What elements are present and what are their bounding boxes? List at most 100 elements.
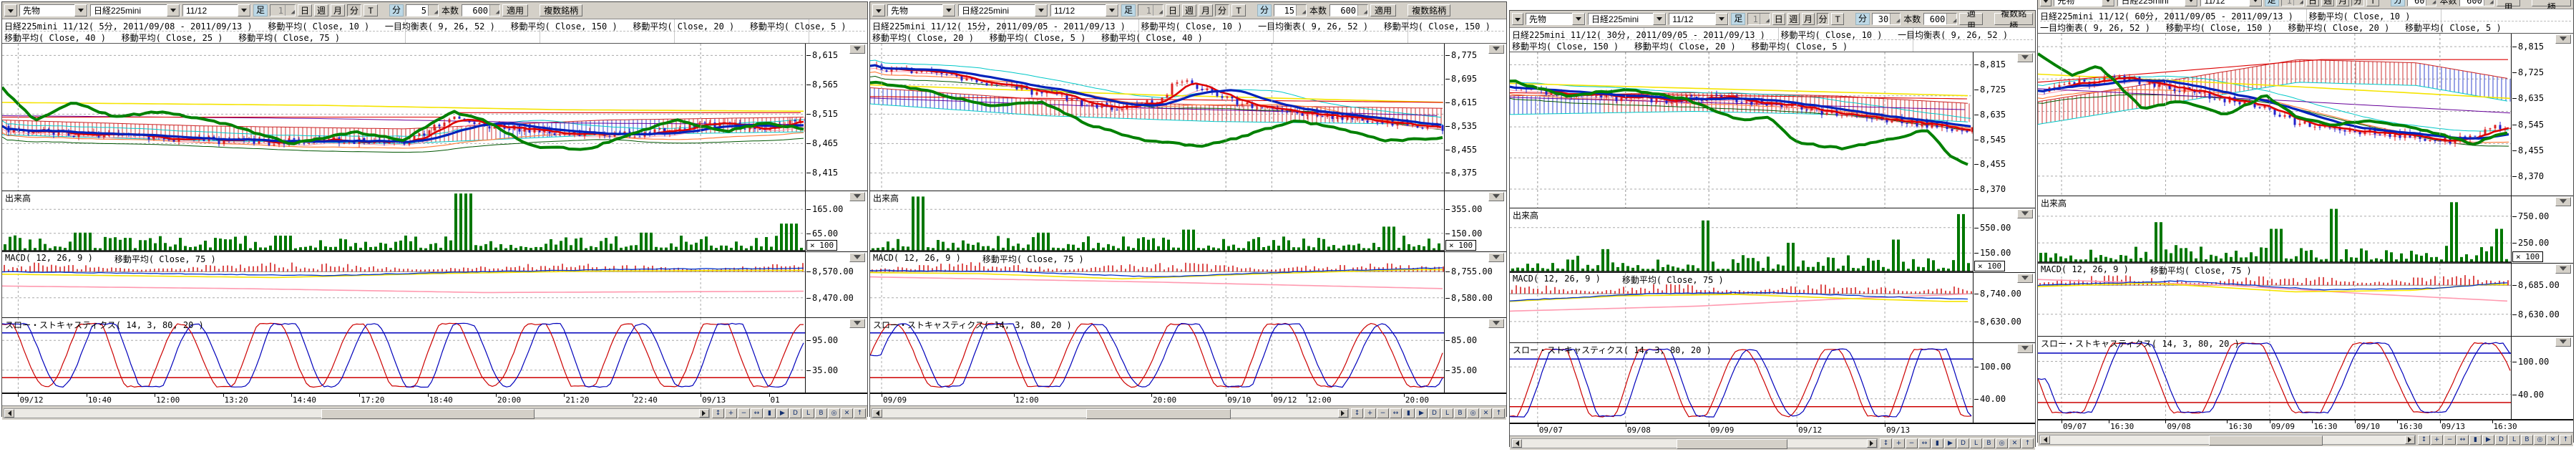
scroll-right-button[interactable]: [2405, 435, 2415, 444]
chart-tool-button-8[interactable]: L: [1441, 408, 1453, 418]
chart-tool-button-12[interactable]: ↑: [2021, 438, 2034, 448]
market-select[interactable]: 先物: [1526, 13, 1586, 25]
period-button-週[interactable]: 週: [1182, 4, 1196, 16]
scrollbar-thumb[interactable]: [321, 409, 535, 419]
period-button-T[interactable]: T: [2366, 0, 2379, 6]
symbol-select[interactable]: 日経225mini: [1588, 13, 1667, 25]
collapse-pane-button[interactable]: [849, 192, 865, 201]
collapse-pane-button[interactable]: [2017, 274, 2033, 283]
chart-tool-button-9[interactable]: B: [1454, 408, 1466, 418]
chart-tool-button-5[interactable]: ▮: [2469, 435, 2482, 445]
collapse-pane-button[interactable]: [2555, 337, 2571, 347]
chart-tool-button-12[interactable]: ↑: [854, 408, 866, 418]
scroll-right-button[interactable]: [1867, 439, 1877, 448]
chart-tool-button-9[interactable]: B: [2521, 435, 2533, 445]
contract-select[interactable]: 11/12: [1050, 4, 1119, 16]
chart-tool-button-3[interactable]: −: [1377, 408, 1389, 418]
chart-tool-button-11[interactable]: ✕: [841, 408, 853, 418]
count-spinner[interactable]: 600◢: [2459, 0, 2494, 6]
scroll-right-button[interactable]: [699, 409, 709, 418]
spinner-corner-button[interactable]: ◢: [1890, 14, 1900, 24]
apply-button[interactable]: 適用: [2497, 0, 2520, 6]
collapse-pane-button[interactable]: [849, 253, 865, 262]
scrollbar-thumb[interactable]: [2209, 435, 2323, 446]
collapse-pane-button[interactable]: [2017, 344, 2033, 353]
chart-tool-button-5[interactable]: ▮: [1402, 408, 1415, 418]
chart-tool-button-7[interactable]: D: [1957, 438, 1969, 448]
chart-tool-button-3[interactable]: −: [738, 408, 750, 418]
period-button-日[interactable]: 日: [1772, 13, 1785, 25]
period-button-分[interactable]: 分: [1215, 4, 1229, 16]
chart-tool-button-12[interactable]: ↑: [2560, 435, 2572, 445]
chart-tool-button-10[interactable]: ◎: [1996, 438, 2008, 448]
spinner-corner-button[interactable]: ◢: [2293, 0, 2303, 6]
collapse-pane-button[interactable]: [1488, 44, 1504, 54]
collapse-pane-button[interactable]: [849, 319, 865, 328]
scroll-left-button[interactable]: [2040, 435, 2050, 444]
collapse-pane-button[interactable]: [849, 44, 865, 54]
scrollbar-thumb[interactable]: [1677, 439, 1787, 449]
contract-select[interactable]: 11/12: [1669, 13, 1729, 25]
period-button-日[interactable]: 日: [298, 4, 312, 16]
chart-tool-button-6[interactable]: ▶: [2482, 435, 2494, 445]
chevron-down-icon[interactable]: [167, 4, 180, 16]
chevron-down-icon[interactable]: [1715, 13, 1728, 25]
chevron-down-icon[interactable]: [2249, 0, 2262, 6]
chart-tool-button-8[interactable]: L: [2508, 435, 2520, 445]
minute-spinner[interactable]: 15◢: [1274, 4, 1307, 16]
apply-button[interactable]: 適用: [1370, 4, 1396, 16]
chart-tool-button-7[interactable]: D: [789, 408, 801, 418]
multi-symbol-button[interactable]: 複数銘柄: [1407, 4, 1450, 16]
chart-tool-button-11[interactable]: ✕: [2547, 435, 2559, 445]
collapse-pane-button[interactable]: [2555, 197, 2571, 206]
multi-symbol-button[interactable]: 複数銘柄: [540, 4, 582, 16]
market-select[interactable]: 先物: [887, 4, 956, 16]
chevron-down-icon[interactable]: [2102, 0, 2114, 6]
period-button-日[interactable]: 日: [2306, 0, 2319, 6]
chart-tool-button-11[interactable]: ✕: [2009, 438, 2021, 448]
count-spinner[interactable]: 600◢: [1923, 13, 1957, 25]
chart-tool-button-7[interactable]: D: [1428, 408, 1440, 418]
chart-tool-button-6[interactable]: ▶: [1944, 438, 1956, 448]
chart-tool-button-10[interactable]: ◎: [2534, 435, 2546, 445]
chart-tool-button-1[interactable]: ↕: [1351, 408, 1363, 418]
chart-tool-button-12[interactable]: ↑: [1493, 408, 1505, 418]
chart-tool-button-6[interactable]: ▶: [776, 408, 789, 418]
chart-tool-button-4[interactable]: ↔: [751, 408, 763, 418]
scroll-left-button[interactable]: [1512, 439, 1522, 448]
spinner-corner-button[interactable]: ◢: [1296, 5, 1306, 16]
minute-spinner[interactable]: 60◢: [2407, 0, 2436, 6]
period-button-週[interactable]: 週: [314, 4, 328, 16]
spinner-corner-button[interactable]: ◢: [489, 5, 499, 16]
apply-button[interactable]: 適用: [1959, 13, 1983, 25]
chart-tool-button-5[interactable]: ▮: [763, 408, 776, 418]
collapse-pane-button[interactable]: [1488, 253, 1504, 262]
spinner-corner-button[interactable]: ◢: [1357, 5, 1367, 16]
symbol-select[interactable]: 日経225mini: [958, 4, 1048, 16]
chart-tool-button-9[interactable]: B: [1983, 438, 1995, 448]
period-button-T[interactable]: T: [1231, 4, 1246, 16]
chevron-down-icon[interactable]: [238, 4, 250, 16]
symbol-select[interactable]: 日経225mini: [90, 4, 180, 16]
contract-select[interactable]: 11/12: [2200, 0, 2262, 6]
chart-tool-button-2[interactable]: +: [1364, 408, 1376, 418]
contract-select[interactable]: 11/12: [182, 4, 251, 16]
minute-spinner[interactable]: 5◢: [406, 4, 439, 16]
collapse-pane-button[interactable]: [2017, 53, 2033, 62]
period-button-T[interactable]: T: [1831, 13, 1844, 25]
time-scrollbar[interactable]: [2039, 435, 2416, 445]
chart-tool-button-1[interactable]: ↕: [712, 408, 724, 418]
symbol-select[interactable]: 日経225mini: [2117, 0, 2198, 6]
chart-tool-button-3[interactable]: −: [2444, 435, 2456, 445]
bar-multiplier-spinner[interactable]: 1◢: [2281, 0, 2304, 6]
window-menu-button[interactable]: [4, 4, 17, 16]
collapse-pane-button[interactable]: [2555, 264, 2571, 274]
bar-multiplier-spinner[interactable]: 1◢: [270, 4, 296, 16]
window-menu-button[interactable]: [872, 4, 885, 16]
market-select[interactable]: 先物: [19, 4, 88, 16]
collapse-pane-button[interactable]: [1488, 192, 1504, 201]
scroll-left-button[interactable]: [872, 409, 882, 418]
chart-tool-button-4[interactable]: ↔: [1918, 438, 1931, 448]
bar-multiplier-spinner[interactable]: 1◢: [1747, 13, 1770, 25]
chevron-down-icon[interactable]: [942, 4, 955, 16]
